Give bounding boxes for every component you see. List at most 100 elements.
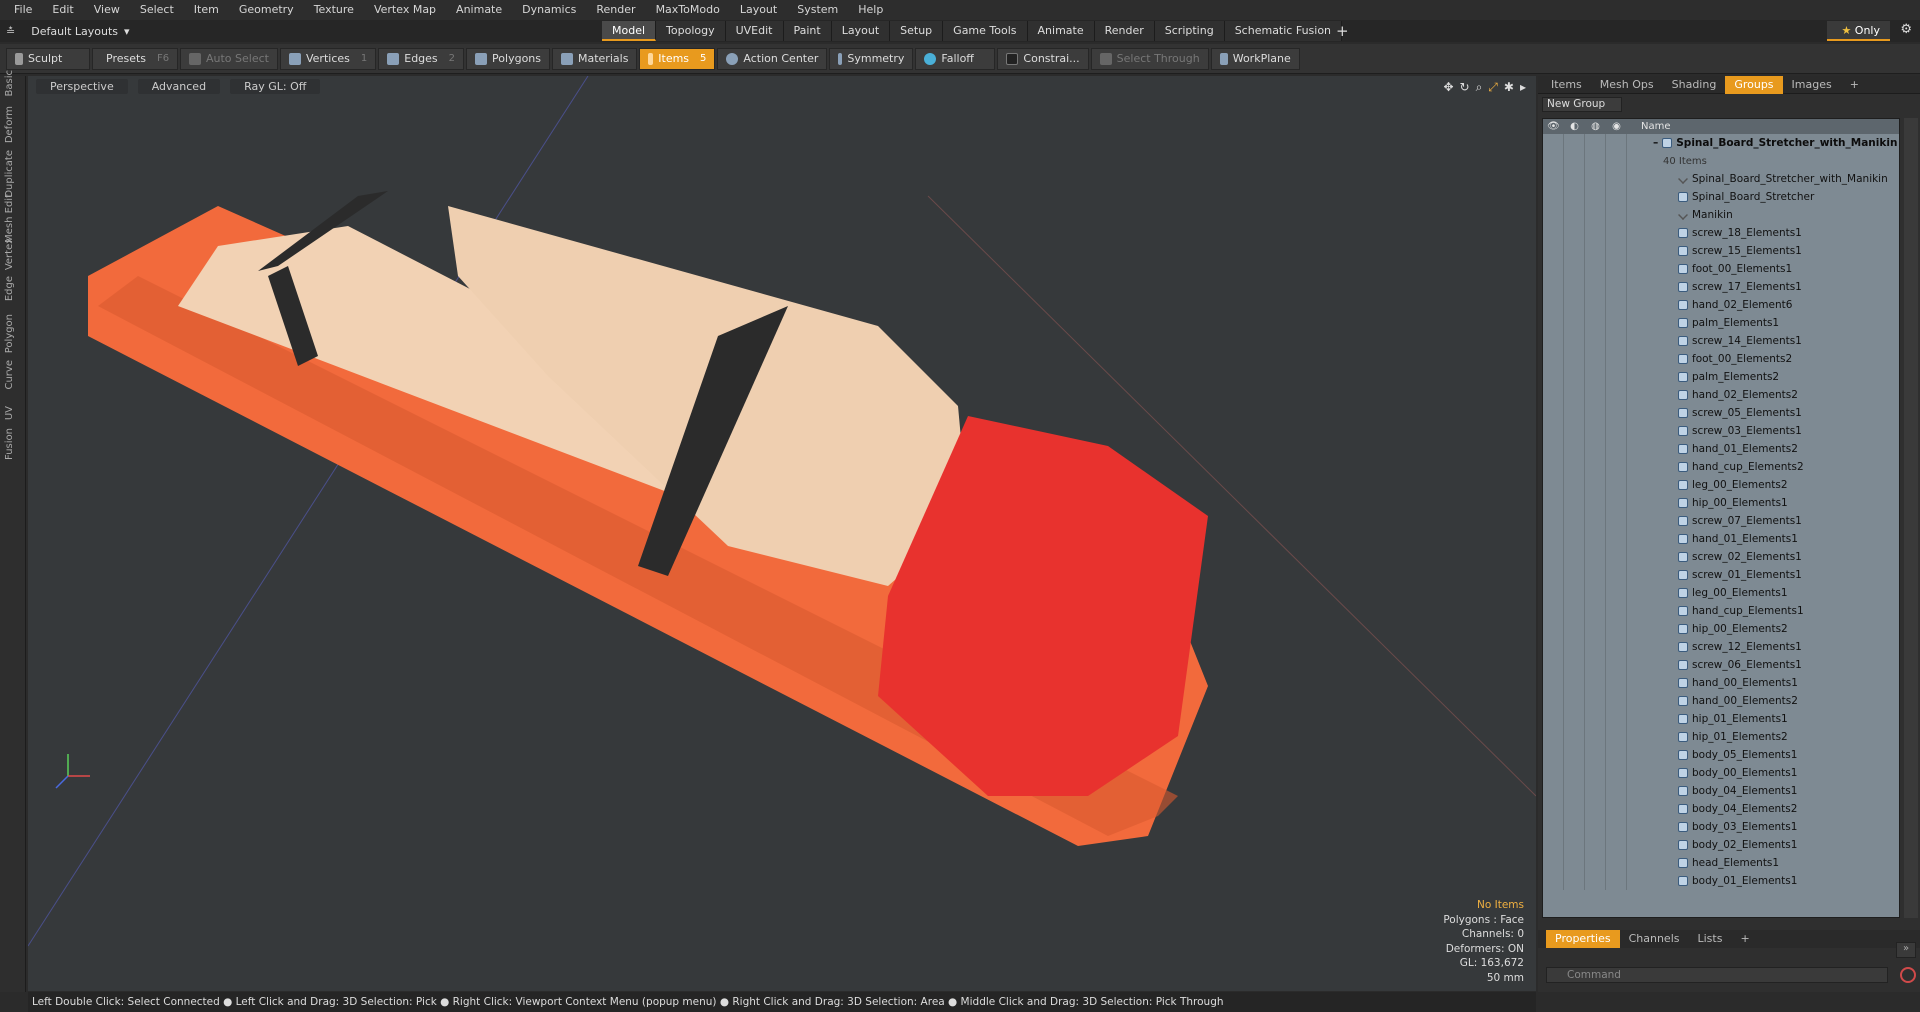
row-toggle[interactable]	[1543, 422, 1564, 440]
left-tab-curve[interactable]: Curve	[4, 360, 22, 390]
row-toggle[interactable]	[1543, 674, 1564, 692]
row-toggle[interactable]	[1585, 710, 1606, 728]
row-toggle[interactable]	[1543, 170, 1564, 188]
add-tab-button[interactable]: +	[1336, 21, 1349, 41]
row-toggle[interactable]	[1585, 368, 1606, 386]
row-toggle[interactable]	[1543, 386, 1564, 404]
row-toggle[interactable]	[1606, 872, 1627, 890]
row-toggle[interactable]	[1606, 296, 1627, 314]
scrollbar[interactable]	[1904, 118, 1918, 918]
row-toggle[interactable]	[1543, 368, 1564, 386]
left-tab-fusion[interactable]: Fusion	[4, 428, 22, 460]
bottom-tab-lists[interactable]: Lists	[1689, 930, 1732, 948]
row-toggle[interactable]	[1606, 188, 1627, 206]
add-right-tab-button[interactable]: +	[1841, 76, 1868, 94]
row-toggle[interactable]	[1606, 674, 1627, 692]
list-item[interactable]: Spinal_Board_Stretcher	[1543, 188, 1899, 206]
viewport-raygl-button[interactable]: Ray GL: Off	[230, 79, 321, 94]
constrain-button[interactable]: Constrai...	[997, 47, 1089, 70]
row-toggle[interactable]	[1606, 584, 1627, 602]
menu-select[interactable]: Select	[130, 0, 184, 20]
row-toggle[interactable]	[1564, 674, 1585, 692]
row-toggle[interactable]	[1585, 440, 1606, 458]
bottom-tab-properties[interactable]: Properties	[1546, 930, 1620, 948]
row-toggle[interactable]	[1606, 332, 1627, 350]
row-toggle[interactable]	[1564, 710, 1585, 728]
menu-layout[interactable]: Layout	[730, 0, 787, 20]
row-toggle[interactable]	[1606, 494, 1627, 512]
menu-render[interactable]: Render	[586, 0, 645, 20]
layout-icon[interactable]: ≛	[0, 25, 21, 38]
menu-view[interactable]: View	[84, 0, 130, 20]
row-toggle[interactable]	[1606, 854, 1627, 872]
add-bottom-tab-button[interactable]: +	[1731, 930, 1758, 948]
row-toggle[interactable]	[1543, 710, 1564, 728]
row-toggle[interactable]	[1585, 548, 1606, 566]
row-toggle[interactable]	[1606, 440, 1627, 458]
row-toggle[interactable]	[1606, 746, 1627, 764]
zoom-view-icon[interactable]: ⌕	[1476, 80, 1483, 95]
row-toggle[interactable]	[1585, 314, 1606, 332]
row-toggle[interactable]	[1585, 422, 1606, 440]
row-toggle[interactable]	[1543, 260, 1564, 278]
row-toggle[interactable]	[1585, 386, 1606, 404]
bottom-tab-channels[interactable]: Channels	[1620, 930, 1689, 948]
list-item[interactable]: screw_18_Elements1	[1543, 224, 1899, 242]
row-toggle[interactable]	[1543, 692, 1564, 710]
edges-button[interactable]: Edges 2	[378, 47, 465, 70]
list-item[interactable]: screw_02_Elements1	[1543, 548, 1899, 566]
row-toggle[interactable]	[1543, 584, 1564, 602]
row-toggle[interactable]	[1564, 386, 1585, 404]
row-toggle[interactable]	[1543, 476, 1564, 494]
move-view-icon[interactable]: ✥	[1443, 80, 1453, 95]
row-toggle[interactable]	[1585, 584, 1606, 602]
row-toggle[interactable]	[1543, 440, 1564, 458]
right-tab-groups[interactable]: Groups	[1725, 75, 1783, 94]
row-toggle[interactable]	[1585, 836, 1606, 854]
row-toggle[interactable]	[1543, 548, 1564, 566]
menu-system[interactable]: System	[787, 0, 848, 20]
row-toggle[interactable]	[1606, 314, 1627, 332]
gear-icon[interactable]: ⚙	[1900, 22, 1912, 37]
row-toggle[interactable]	[1585, 332, 1606, 350]
row-toggle[interactable]	[1606, 818, 1627, 836]
row-toggle[interactable]	[1606, 800, 1627, 818]
row-toggle[interactable]	[1606, 764, 1627, 782]
row-toggle[interactable]	[1543, 206, 1564, 224]
list-item[interactable]: hip_00_Elements1	[1543, 494, 1899, 512]
row-toggle[interactable]	[1585, 296, 1606, 314]
row-toggle[interactable]	[1543, 566, 1564, 584]
list-item[interactable]: screw_15_Elements1	[1543, 242, 1899, 260]
row-toggle[interactable]	[1543, 494, 1564, 512]
row-toggle[interactable]	[1564, 854, 1585, 872]
row-toggle[interactable]	[1606, 530, 1627, 548]
row-toggle[interactable]	[1543, 458, 1564, 476]
row-toggle[interactable]	[1543, 404, 1564, 422]
row-toggle[interactable]	[1543, 764, 1564, 782]
row-toggle[interactable]	[1585, 800, 1606, 818]
row-toggle[interactable]	[1585, 854, 1606, 872]
row-toggle[interactable]	[1606, 242, 1627, 260]
row-toggle[interactable]	[1564, 422, 1585, 440]
menu-animate[interactable]: Animate	[446, 0, 512, 20]
row-toggle[interactable]	[1543, 332, 1564, 350]
menu-item[interactable]: Item	[184, 0, 229, 20]
row-toggle[interactable]	[1564, 818, 1585, 836]
row-toggle[interactable]	[1585, 494, 1606, 512]
menu-dynamics[interactable]: Dynamics	[512, 0, 586, 20]
list-item[interactable]: screw_17_Elements1	[1543, 278, 1899, 296]
row-toggle[interactable]	[1585, 188, 1606, 206]
row-toggle[interactable]	[1606, 404, 1627, 422]
row-toggle[interactable]	[1585, 782, 1606, 800]
list-item[interactable]: head_Elements1	[1543, 854, 1899, 872]
row-toggle[interactable]	[1543, 728, 1564, 746]
tab-topology[interactable]: Topology	[656, 21, 726, 41]
list-item[interactable]: hip_01_Elements2	[1543, 728, 1899, 746]
tab-paint[interactable]: Paint	[783, 21, 832, 41]
row-toggle[interactable]	[1564, 620, 1585, 638]
tab-model[interactable]: Model	[602, 21, 657, 41]
vertices-button[interactable]: Vertices 1	[279, 47, 377, 70]
symmetry-button[interactable]: Symmetry	[829, 47, 914, 70]
row-toggle[interactable]	[1585, 512, 1606, 530]
row-toggle[interactable]	[1606, 836, 1627, 854]
